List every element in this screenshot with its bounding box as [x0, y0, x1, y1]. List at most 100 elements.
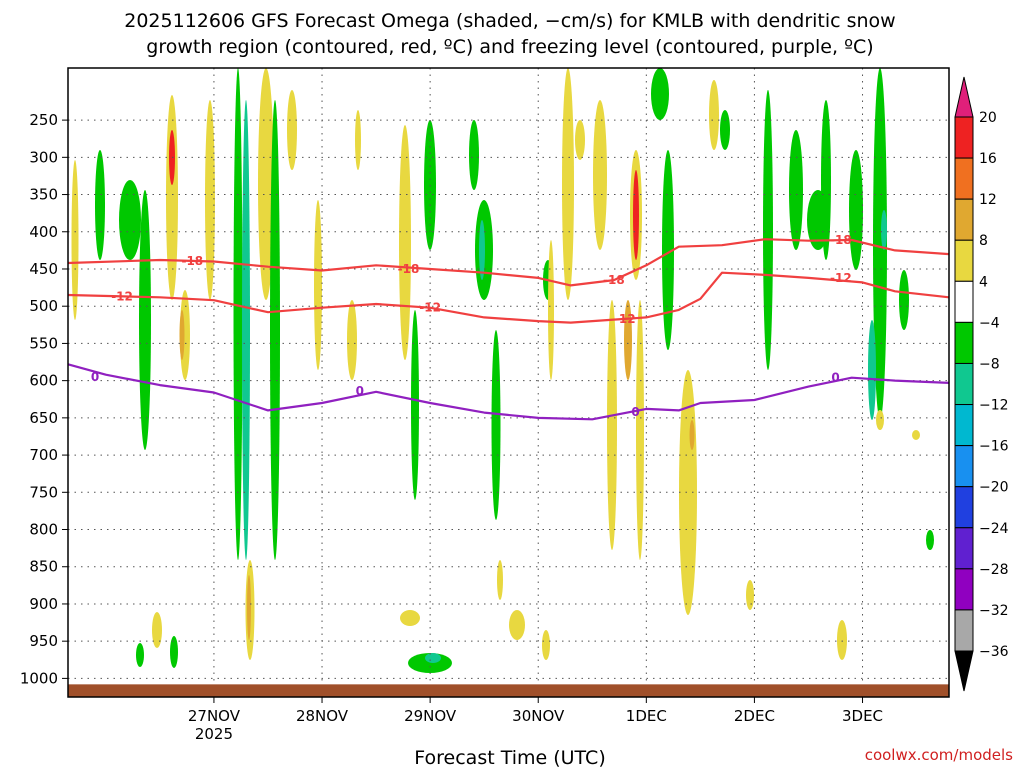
colorbar-segment — [954, 404, 974, 447]
plot-gridlines — [68, 68, 949, 697]
x-tick-label: 28NOV — [296, 707, 349, 725]
y-tick-label: 850 — [29, 558, 58, 576]
x-tick-label: 1DEC — [626, 707, 667, 725]
chart-title-line2: growth region (contoured, red, ºC) and f… — [146, 36, 873, 58]
colorbar-bottom-arrow — [954, 650, 974, 692]
colorbar-label: 8 — [979, 233, 988, 249]
omega-shade-blob — [542, 630, 550, 660]
contour-label: -18 — [830, 233, 852, 247]
x-tick-label: 3DEC — [842, 707, 883, 725]
y-tick-label: 550 — [29, 334, 58, 352]
omega-shade-blob — [287, 90, 297, 170]
y-tick-label: 900 — [29, 595, 58, 613]
colorbar-label: 12 — [979, 192, 997, 208]
credit-text: coolwx.com/models — [865, 746, 1013, 764]
omega-shade-blob — [868, 320, 876, 420]
colorbar-segment — [954, 609, 974, 652]
colorbar-label: −36 — [979, 644, 1009, 660]
surface-terrain — [68, 684, 949, 697]
colorbar-label: 20 — [979, 110, 997, 126]
omega-shade-blob — [562, 68, 574, 300]
contour-label: -18 — [181, 254, 203, 268]
x-tick-label: 2DEC — [734, 707, 775, 725]
contour-label: -18 — [398, 262, 420, 276]
colorbar-label: 4 — [979, 274, 988, 290]
omega-shade-blob — [899, 270, 909, 330]
omega-shade-blob — [763, 90, 773, 370]
contour-label: -18 — [603, 273, 625, 287]
y-tick-label: 1000 — [20, 669, 58, 687]
colorbar-label: −8 — [979, 356, 1000, 372]
surface-strip — [68, 684, 949, 697]
chart-title-line1: 2025112606 GFS Forecast Omega (shaded, −… — [124, 10, 895, 32]
contour-label: -12 — [419, 301, 441, 315]
contour-label: -12 — [111, 290, 133, 304]
colorbar-segment — [954, 445, 974, 488]
omega-shade-blob — [411, 310, 419, 500]
omega-shade-blob — [912, 430, 920, 440]
omega-shade-blob — [355, 110, 361, 170]
colorbar-segment — [954, 280, 974, 323]
colorbar-label: −24 — [979, 521, 1009, 537]
omega-shade-blob — [881, 210, 887, 250]
omega-shade-blob — [720, 110, 730, 150]
omega-shade-blob — [849, 150, 863, 270]
omega-shade-blob — [233, 68, 243, 560]
omega-shade-blob — [633, 170, 639, 260]
x-axis-label: Forecast Time (UTC) — [414, 747, 605, 768]
colorbar-segment — [954, 362, 974, 406]
omega-shade-blob — [270, 100, 280, 560]
contour-label: 0 — [356, 384, 364, 398]
contour-label: 0 — [91, 370, 99, 384]
omega-shade-blob — [575, 120, 585, 160]
omega-shade-blob — [399, 125, 411, 360]
y-tick-label: 400 — [29, 223, 58, 241]
colorbar: 20 16 12 8 4 −4 −8 −12 −16 −20 −24 −28 −32 −36 — [954, 76, 1009, 692]
omega-shade-blob — [242, 100, 250, 560]
contour-label: 0 — [831, 371, 839, 385]
omega-shade-blob — [491, 330, 501, 520]
y-tick-label: 950 — [29, 632, 58, 650]
y-tick-label: 750 — [29, 483, 58, 501]
colorbar-segment — [954, 157, 974, 200]
omega-shade-blob — [179, 310, 185, 360]
omega-shade-blob — [497, 560, 503, 600]
omega-shade-blob — [119, 180, 141, 260]
x-axis: 27NOV2025 28NOV 29NOV 30NOV 1DEC 2DEC 3DEC — [188, 697, 883, 743]
colorbar-segment — [954, 527, 974, 570]
contour-label: 0 — [631, 405, 639, 419]
contour-line — [67, 363, 950, 421]
omega-shade-blob — [636, 300, 644, 560]
y-tick-label: 700 — [29, 446, 58, 464]
omega-shade-blob — [247, 575, 251, 640]
contour-label: -12 — [830, 271, 852, 285]
omega-shade-blob — [469, 120, 479, 190]
omega-shade-blob — [479, 220, 485, 280]
omega-shade-blob — [709, 80, 719, 150]
colorbar-segment — [954, 239, 974, 282]
omega-shade-blob — [593, 100, 607, 250]
y-tick-label: 500 — [29, 297, 58, 315]
y-tick-label: 250 — [29, 111, 58, 129]
omega-shade-blob — [95, 150, 105, 260]
colorbar-label: −12 — [979, 398, 1009, 414]
colorbar-segment — [954, 486, 974, 529]
omega-shade-blob — [425, 653, 441, 663]
omega-shade-blob — [926, 530, 934, 550]
omega-shade-blob — [876, 410, 884, 430]
colorbar-top-arrow — [954, 76, 974, 118]
omega-shade-blob — [400, 610, 420, 626]
y-tick-label: 600 — [29, 372, 58, 390]
colorbar-segment — [954, 198, 974, 241]
colorbar-label: −4 — [979, 315, 1000, 331]
colorbar-label: 16 — [979, 151, 997, 167]
colorbar-label: −16 — [979, 439, 1009, 455]
y-tick-label: 350 — [29, 186, 58, 204]
y-tick-label: 300 — [29, 148, 58, 166]
x-tick-label: 29NOV — [404, 707, 457, 725]
omega-shade-blob — [136, 643, 144, 667]
omega-shade-blob — [651, 68, 669, 120]
x-tick-label: 30NOV — [512, 707, 565, 725]
y-tick-label: 800 — [29, 521, 58, 539]
omega-shade-blob — [746, 580, 754, 610]
